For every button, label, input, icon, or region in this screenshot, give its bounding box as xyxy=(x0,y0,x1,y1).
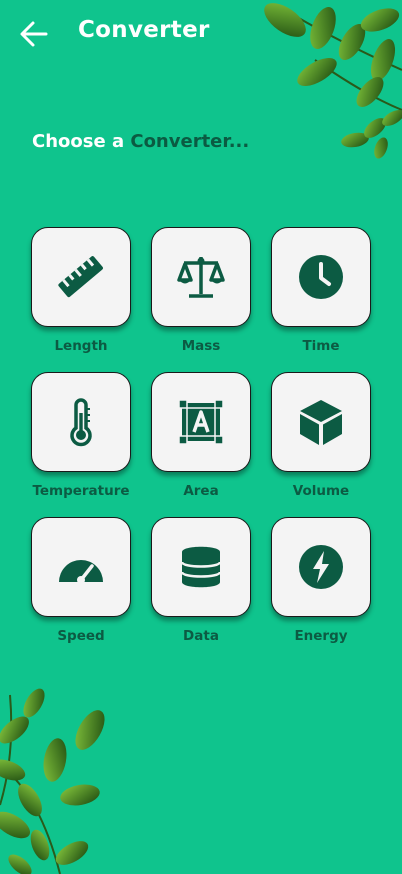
data-card[interactable] xyxy=(151,517,251,617)
speedometer-icon xyxy=(59,560,103,584)
ruler-icon xyxy=(58,256,103,298)
converter-speed[interactable]: Speed xyxy=(31,517,131,644)
back-arrow-icon[interactable] xyxy=(18,18,50,50)
converter-length[interactable]: Length xyxy=(31,227,131,354)
cube-icon xyxy=(300,400,342,445)
converter-label: Speed xyxy=(57,628,105,644)
area-card[interactable] xyxy=(151,372,251,472)
converter-label: Length xyxy=(54,338,108,354)
converter-area[interactable]: Area xyxy=(151,372,251,499)
app-bar: Converter xyxy=(0,0,402,66)
temperature-card[interactable] xyxy=(31,372,131,472)
thermometer-icon xyxy=(70,398,92,447)
converter-data[interactable]: Data xyxy=(151,517,251,644)
energy-card[interactable] xyxy=(271,517,371,617)
page-title: Converter xyxy=(78,17,210,43)
converter-temperature[interactable]: Temperature xyxy=(31,372,131,499)
converter-label: Mass xyxy=(181,338,221,354)
converter-label: Energy xyxy=(294,628,348,644)
area-icon xyxy=(178,399,224,445)
heading-accent: Converter... xyxy=(130,131,250,152)
converter-volume[interactable]: Volume xyxy=(271,372,371,499)
converter-label: Data xyxy=(183,628,219,644)
converter-label: Temperature xyxy=(32,483,130,499)
converter-energy[interactable]: Energy xyxy=(271,517,371,644)
volume-card[interactable] xyxy=(271,372,371,472)
time-card[interactable] xyxy=(271,227,371,327)
converter-label: Volume xyxy=(292,483,350,499)
converter-time[interactable]: Time xyxy=(271,227,371,354)
database-icon xyxy=(180,546,222,588)
heading-lead: Choose a xyxy=(32,131,131,152)
converter-label: Area xyxy=(183,483,219,499)
choose-converter-heading: Choose a Converter... xyxy=(32,131,249,152)
lightning-icon xyxy=(299,545,343,589)
scale-icon xyxy=(177,257,225,298)
leaves-decoration-bottom xyxy=(0,688,105,874)
mass-card[interactable] xyxy=(151,227,251,327)
speed-card[interactable] xyxy=(31,517,131,617)
converter-mass[interactable]: Mass xyxy=(151,227,251,354)
length-card[interactable] xyxy=(31,227,131,327)
converter-label: Time xyxy=(302,338,340,354)
clock-icon xyxy=(299,255,343,299)
